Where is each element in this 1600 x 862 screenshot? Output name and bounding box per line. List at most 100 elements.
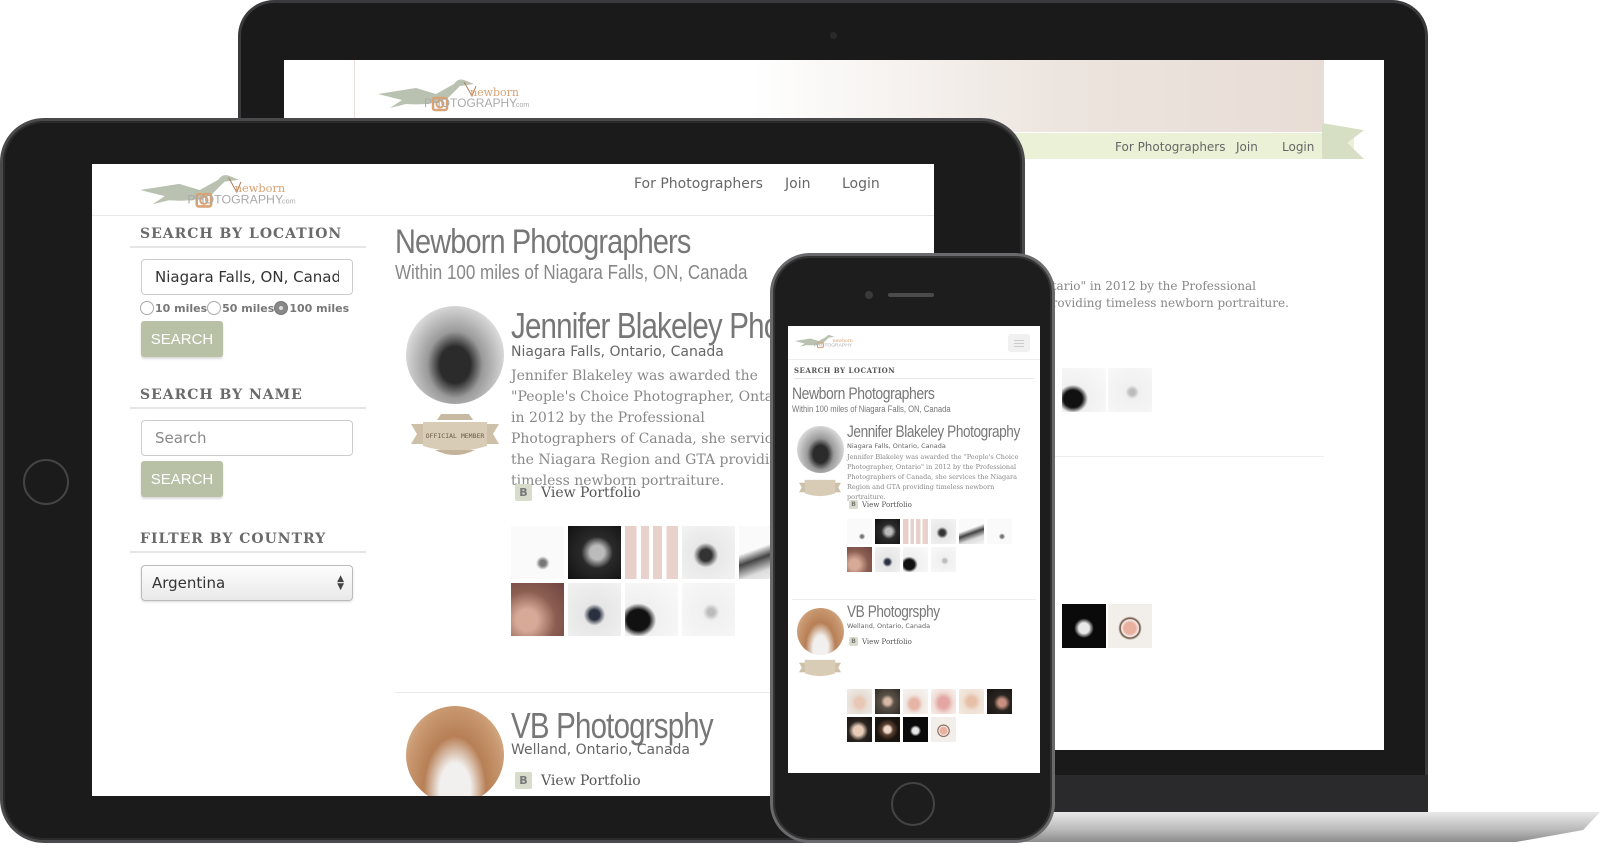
view-portfolio-link[interactable]: B View Portfolio xyxy=(515,772,641,789)
radio-label: 100 miles xyxy=(289,301,350,315)
gallery-thumb[interactable] xyxy=(931,519,956,544)
phone-camera-icon xyxy=(865,291,873,299)
nav-join[interactable]: Join xyxy=(785,176,810,192)
profile-location: Niagara Falls, Ontario, Canada xyxy=(511,344,724,360)
laptop-camera-icon xyxy=(830,32,837,39)
view-portfolio-link[interactable]: B View Portfolio xyxy=(849,500,912,509)
avatar[interactable] xyxy=(406,306,504,404)
profile-location: Niagara Falls, Ontario, Canada xyxy=(847,442,946,450)
portfolio-b-icon: B xyxy=(515,772,532,789)
location-search-button[interactable]: SEARCH xyxy=(141,321,223,357)
nav-login[interactable]: Login xyxy=(1282,140,1314,154)
site-logo[interactable]: newborn PHOTOGRAPHY .com xyxy=(138,168,313,216)
page-title: Newborn Photographers xyxy=(395,223,691,261)
profile-location: Welland, Ontario, Canada xyxy=(511,742,690,758)
gallery-thumb[interactable] xyxy=(959,519,984,544)
gallery-thumb[interactable] xyxy=(847,519,872,544)
gallery-thumb[interactable] xyxy=(931,717,956,742)
name-search-input[interactable] xyxy=(141,420,353,456)
svg-text:OFFICIAL MEMBER: OFFICIAL MEMBER xyxy=(426,432,485,440)
gallery-thumb[interactable] xyxy=(568,583,621,636)
gallery-thumb[interactable] xyxy=(625,526,678,579)
phone-screen: newborn PHOTOGRAPHY SEARCH BY LOCATION N… xyxy=(788,326,1040,773)
location-input[interactable] xyxy=(141,259,353,295)
gallery-thumb[interactable] xyxy=(1108,604,1152,648)
profile-name[interactable]: Jennifer Blakeley Photography xyxy=(847,422,1020,442)
gallery-thumb[interactable] xyxy=(1062,368,1106,412)
radio-label: 10 miles xyxy=(155,301,208,315)
view-portfolio-label: View Portfolio xyxy=(541,772,641,789)
radius-radio-group: 10 miles 50 miles 100 miles xyxy=(140,301,366,315)
gallery-thumb[interactable] xyxy=(511,526,564,579)
tablet-home-button[interactable] xyxy=(23,459,69,505)
gallery-thumb[interactable] xyxy=(847,689,872,714)
country-select[interactable]: Argentina ▲ ▼ xyxy=(141,565,353,601)
page-title: Newborn Photographers xyxy=(792,384,935,403)
nav-join[interactable]: Join xyxy=(1236,140,1258,154)
site-logo[interactable]: newborn PHOTOGRAPHY xyxy=(794,332,864,354)
gallery-thumb[interactable] xyxy=(1062,604,1106,648)
gallery-thumb[interactable] xyxy=(625,583,678,636)
profile-separator xyxy=(792,599,1036,600)
view-portfolio-link[interactable]: B View Portfolio xyxy=(515,484,641,501)
gallery-thumb[interactable] xyxy=(987,689,1012,714)
official-member-badge: OFFICIAL MEMBER xyxy=(411,414,499,455)
svg-text:PHOTOGRAPHY: PHOTOGRAPHY xyxy=(814,342,853,348)
profile-separator xyxy=(1044,456,1324,457)
profile-location: Welland, Ontario, Canada xyxy=(847,622,931,630)
nav-for-photographers[interactable]: For Photographers xyxy=(1115,140,1226,154)
radio-label: 50 miles xyxy=(222,301,275,315)
radio-50-miles[interactable] xyxy=(207,301,222,315)
view-portfolio-link[interactable]: B View Portfolio xyxy=(849,637,912,646)
gallery-thumb[interactable] xyxy=(931,689,956,714)
avatar[interactable] xyxy=(797,426,844,473)
gallery-thumb[interactable] xyxy=(875,717,900,742)
name-search-button[interactable]: SEARCH xyxy=(141,461,223,497)
radio-100-miles[interactable] xyxy=(274,301,289,315)
gallery-thumb[interactable] xyxy=(511,583,564,636)
radio-10-miles[interactable] xyxy=(140,301,154,315)
gallery-thumb[interactable] xyxy=(847,547,872,572)
section-title-location: SEARCH BY LOCATION xyxy=(130,216,366,248)
ribbon-tail xyxy=(1322,123,1364,159)
gallery-thumb[interactable] xyxy=(682,583,735,636)
official-member-badge xyxy=(799,659,841,677)
gallery-thumb[interactable] xyxy=(903,547,928,572)
svg-text:newborn: newborn xyxy=(833,338,853,344)
section-title-country: FILTER BY COUNTRY xyxy=(130,521,366,553)
bio-line: ntario" in 2012 by the Professional xyxy=(1044,279,1256,293)
phone-device: newborn PHOTOGRAPHY SEARCH BY LOCATION N… xyxy=(770,253,1055,843)
phone-speaker xyxy=(888,293,934,297)
profile-name[interactable]: VB Photogrsphy xyxy=(847,602,940,622)
gallery-thumb[interactable] xyxy=(903,689,928,714)
stork-logo-icon: newborn PHOTOGRAPHY xyxy=(794,335,853,348)
section-title-location[interactable]: SEARCH BY LOCATION xyxy=(794,366,1034,379)
country-select-value: Argentina xyxy=(152,574,226,592)
gallery-thumb[interactable] xyxy=(875,689,900,714)
avatar[interactable] xyxy=(797,608,844,655)
gallery-thumb[interactable] xyxy=(959,689,984,714)
gallery-thumb[interactable] xyxy=(987,519,1012,544)
site-logo[interactable]: newborn PHOTOGRAPHY .com xyxy=(376,74,546,118)
select-arrows-icon: ▲ ▼ xyxy=(337,574,344,592)
gallery-thumb[interactable] xyxy=(903,519,928,544)
gallery-thumb[interactable] xyxy=(931,547,956,572)
portfolio-b-icon: B xyxy=(849,637,858,646)
phone-home-button[interactable] xyxy=(891,782,935,826)
svg-text:PHOTOGRAPHY: PHOTOGRAPHY xyxy=(187,192,283,206)
gallery-thumb[interactable] xyxy=(682,526,735,579)
gallery-thumb[interactable] xyxy=(847,717,872,742)
gallery-thumb[interactable] xyxy=(1108,368,1152,412)
nav-for-photographers[interactable]: For Photographers xyxy=(634,176,763,192)
gallery-thumb[interactable] xyxy=(903,717,928,742)
section-title-name: SEARCH BY NAME xyxy=(130,377,366,409)
profile-name[interactable]: VB Photogrsphy xyxy=(511,706,714,746)
gallery-thumb[interactable] xyxy=(568,526,621,579)
gallery-thumb[interactable] xyxy=(875,547,900,572)
page-subtitle: Within 100 miles of Niagara Falls, ON, C… xyxy=(792,404,951,414)
gallery-thumb[interactable] xyxy=(875,519,900,544)
hamburger-menu-icon[interactable] xyxy=(1008,334,1030,352)
view-portfolio-label: View Portfolio xyxy=(862,500,912,509)
avatar[interactable] xyxy=(406,706,504,796)
nav-login[interactable]: Login xyxy=(842,176,880,192)
